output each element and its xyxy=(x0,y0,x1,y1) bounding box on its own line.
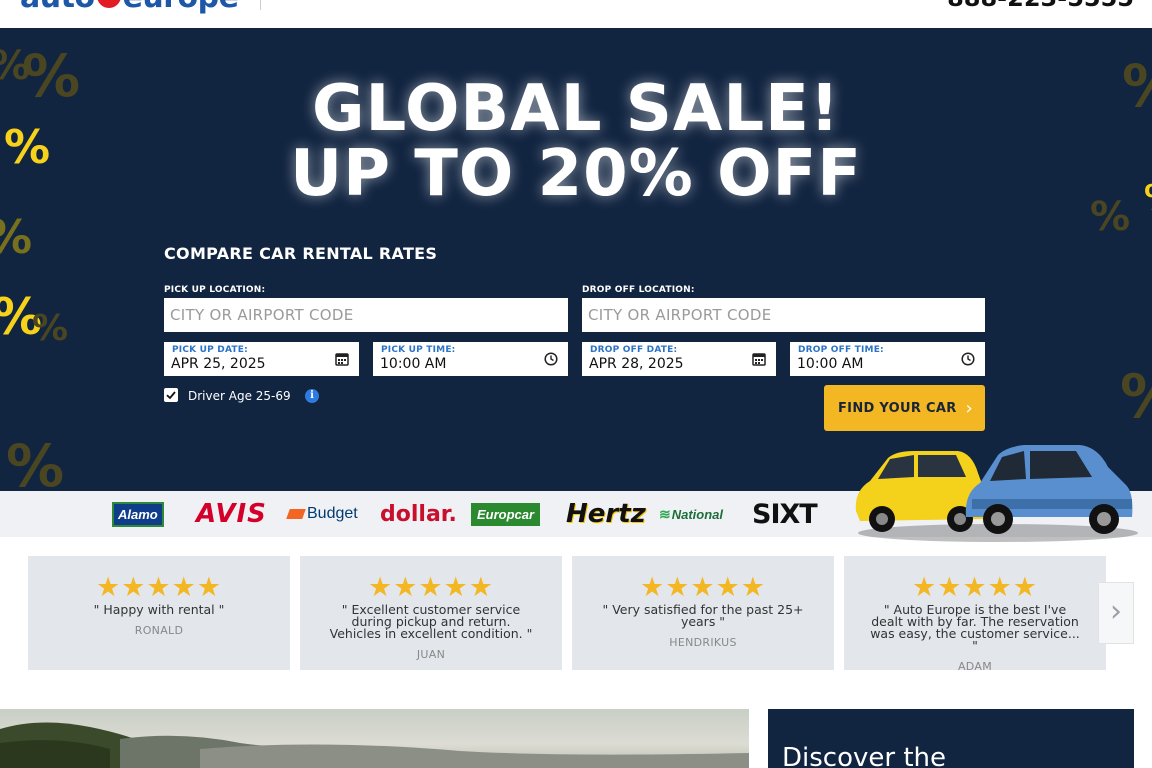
dropoff-time-label: DROP OFF TIME: xyxy=(798,345,884,355)
driver-age-checkbox[interactable] xyxy=(164,388,178,402)
decorative-percent-icon: % xyxy=(0,210,32,264)
info-icon[interactable]: i xyxy=(305,389,319,403)
five-star-rating-icon: ★★★★★ xyxy=(911,572,1039,602)
calendar-icon xyxy=(335,353,349,366)
header-divider xyxy=(260,0,261,10)
review-card: ★★★★★ " Happy with rental " RONALD xyxy=(28,556,290,670)
dropoff-date-value: APR 28, 2025 xyxy=(589,356,684,372)
decorative-percent-icon: % xyxy=(32,308,69,349)
dropoff-time-value: 10:00 AM xyxy=(797,356,864,372)
pickup-location-label: PICK UP LOCATION: xyxy=(164,285,266,295)
brand-national-logo: ≋ National xyxy=(659,491,723,537)
reviewer-name: RONALD xyxy=(134,624,184,637)
calendar-icon xyxy=(752,353,766,366)
dropoff-date-field[interactable]: DROP OFF DATE: APR 28, 2025 xyxy=(582,342,776,376)
reviewer-name: JUAN xyxy=(416,648,446,661)
five-star-rating-icon: ★★★★★ xyxy=(95,572,223,602)
five-star-rating-icon: ★★★★★ xyxy=(367,572,495,602)
site-header: auto europe 888-223-5555 xyxy=(0,0,1152,28)
logo-red-dot-icon xyxy=(96,0,121,8)
dropoff-date-label: DROP OFF DATE: xyxy=(590,345,678,355)
hero-banner: % % % % % % % % % % % GLOBAL SALE! UP TO… xyxy=(0,28,1152,491)
brand-alamo-text: Alamo xyxy=(112,501,164,527)
review-card: ★★★★★ " Very satisfied for the past 25+ … xyxy=(572,556,834,670)
auto-europe-logo[interactable]: auto europe xyxy=(20,0,239,15)
clock-icon xyxy=(544,352,558,366)
destination-photo xyxy=(0,709,749,768)
discover-panel: Discover the xyxy=(768,709,1134,768)
brand-avis-text: AVIS xyxy=(196,499,267,529)
brand-budget-text: Budget xyxy=(307,505,358,522)
reviews-next-arrow-icon[interactable]: › xyxy=(1098,582,1134,644)
review-text: " Auto Europe is the best I've dealt wit… xyxy=(870,602,1080,653)
brand-europcar-logo: Europcar xyxy=(471,491,541,537)
rental-cars-illustration xyxy=(855,445,1138,542)
phone-number[interactable]: 888-223-5555 xyxy=(947,0,1134,12)
dropoff-time-field[interactable]: DROP OFF TIME: 10:00 AM xyxy=(790,342,985,376)
decorative-percent-icon: % xyxy=(6,432,65,491)
pickup-time-label: PICK UP TIME: xyxy=(381,345,456,355)
brand-national-text: National xyxy=(671,506,724,522)
dropoff-location-input[interactable] xyxy=(582,298,985,332)
find-your-car-button[interactable]: FIND YOUR CAR › xyxy=(824,385,985,431)
brand-alamo-logo: Alamo xyxy=(112,491,164,537)
decorative-percent-icon: % xyxy=(1120,362,1152,432)
brand-sixt-text: SIXT xyxy=(752,498,818,530)
brand-dollar-logo: dollar. xyxy=(380,491,457,537)
pickup-date-label: PICK UP DATE: xyxy=(172,345,248,355)
dropoff-location-label: DROP OFF LOCATION: xyxy=(582,285,695,295)
brand-budget-logo: Budget xyxy=(286,491,358,537)
brand-europcar-text: Europcar xyxy=(471,502,541,526)
review-card: ★★★★★ " Excellent customer service durin… xyxy=(300,556,562,670)
driver-age-label[interactable]: Driver Age 25-69 xyxy=(188,389,291,403)
budget-flag-icon xyxy=(286,509,306,519)
pickup-location-input[interactable] xyxy=(164,298,568,332)
brand-hertz-logo: Hertz xyxy=(566,491,646,537)
checkmark-icon xyxy=(166,391,176,400)
find-your-car-label: FIND YOUR CAR xyxy=(838,400,957,416)
clock-icon xyxy=(961,352,975,366)
brand-sixt-logo: SIXT xyxy=(752,491,818,537)
review-text: " Happy with rental " xyxy=(93,602,225,617)
discover-title: Discover the xyxy=(782,743,946,768)
logo-text-auto: auto xyxy=(20,0,95,15)
review-card: ★★★★★ " Auto Europe is the best I've dea… xyxy=(844,556,1106,673)
pickup-date-value: APR 25, 2025 xyxy=(171,356,266,372)
compare-rates-title: COMPARE CAR RENTAL RATES xyxy=(164,244,438,263)
logo-text-europe: europe xyxy=(123,0,239,15)
pickup-time-value: 10:00 AM xyxy=(380,356,447,372)
five-star-rating-icon: ★★★★★ xyxy=(639,572,767,602)
review-text: " Very satisfied for the past 25+ years … xyxy=(602,602,804,629)
brand-dollar-text: dollar. xyxy=(380,501,457,527)
brand-hertz-text: Hertz xyxy=(566,499,646,529)
national-flag-icon: ≋ xyxy=(659,505,671,522)
mountain-landscape-image xyxy=(0,722,749,768)
brand-avis-logo: AVIS xyxy=(196,491,267,537)
sale-headline-line2: UP TO 20% OFF xyxy=(290,137,862,211)
reviewer-name: ADAM xyxy=(957,660,993,673)
review-text: " Excellent customer service during pick… xyxy=(329,602,533,641)
reviewer-name: HENDRIKUS xyxy=(669,636,737,649)
pickup-date-field[interactable]: PICK UP DATE: APR 25, 2025 xyxy=(164,342,359,376)
sale-headline-line1: GLOBAL SALE! xyxy=(311,72,841,146)
chevron-right-icon: › xyxy=(965,398,973,419)
pickup-time-field[interactable]: PICK UP TIME: 10:00 AM xyxy=(373,342,568,376)
